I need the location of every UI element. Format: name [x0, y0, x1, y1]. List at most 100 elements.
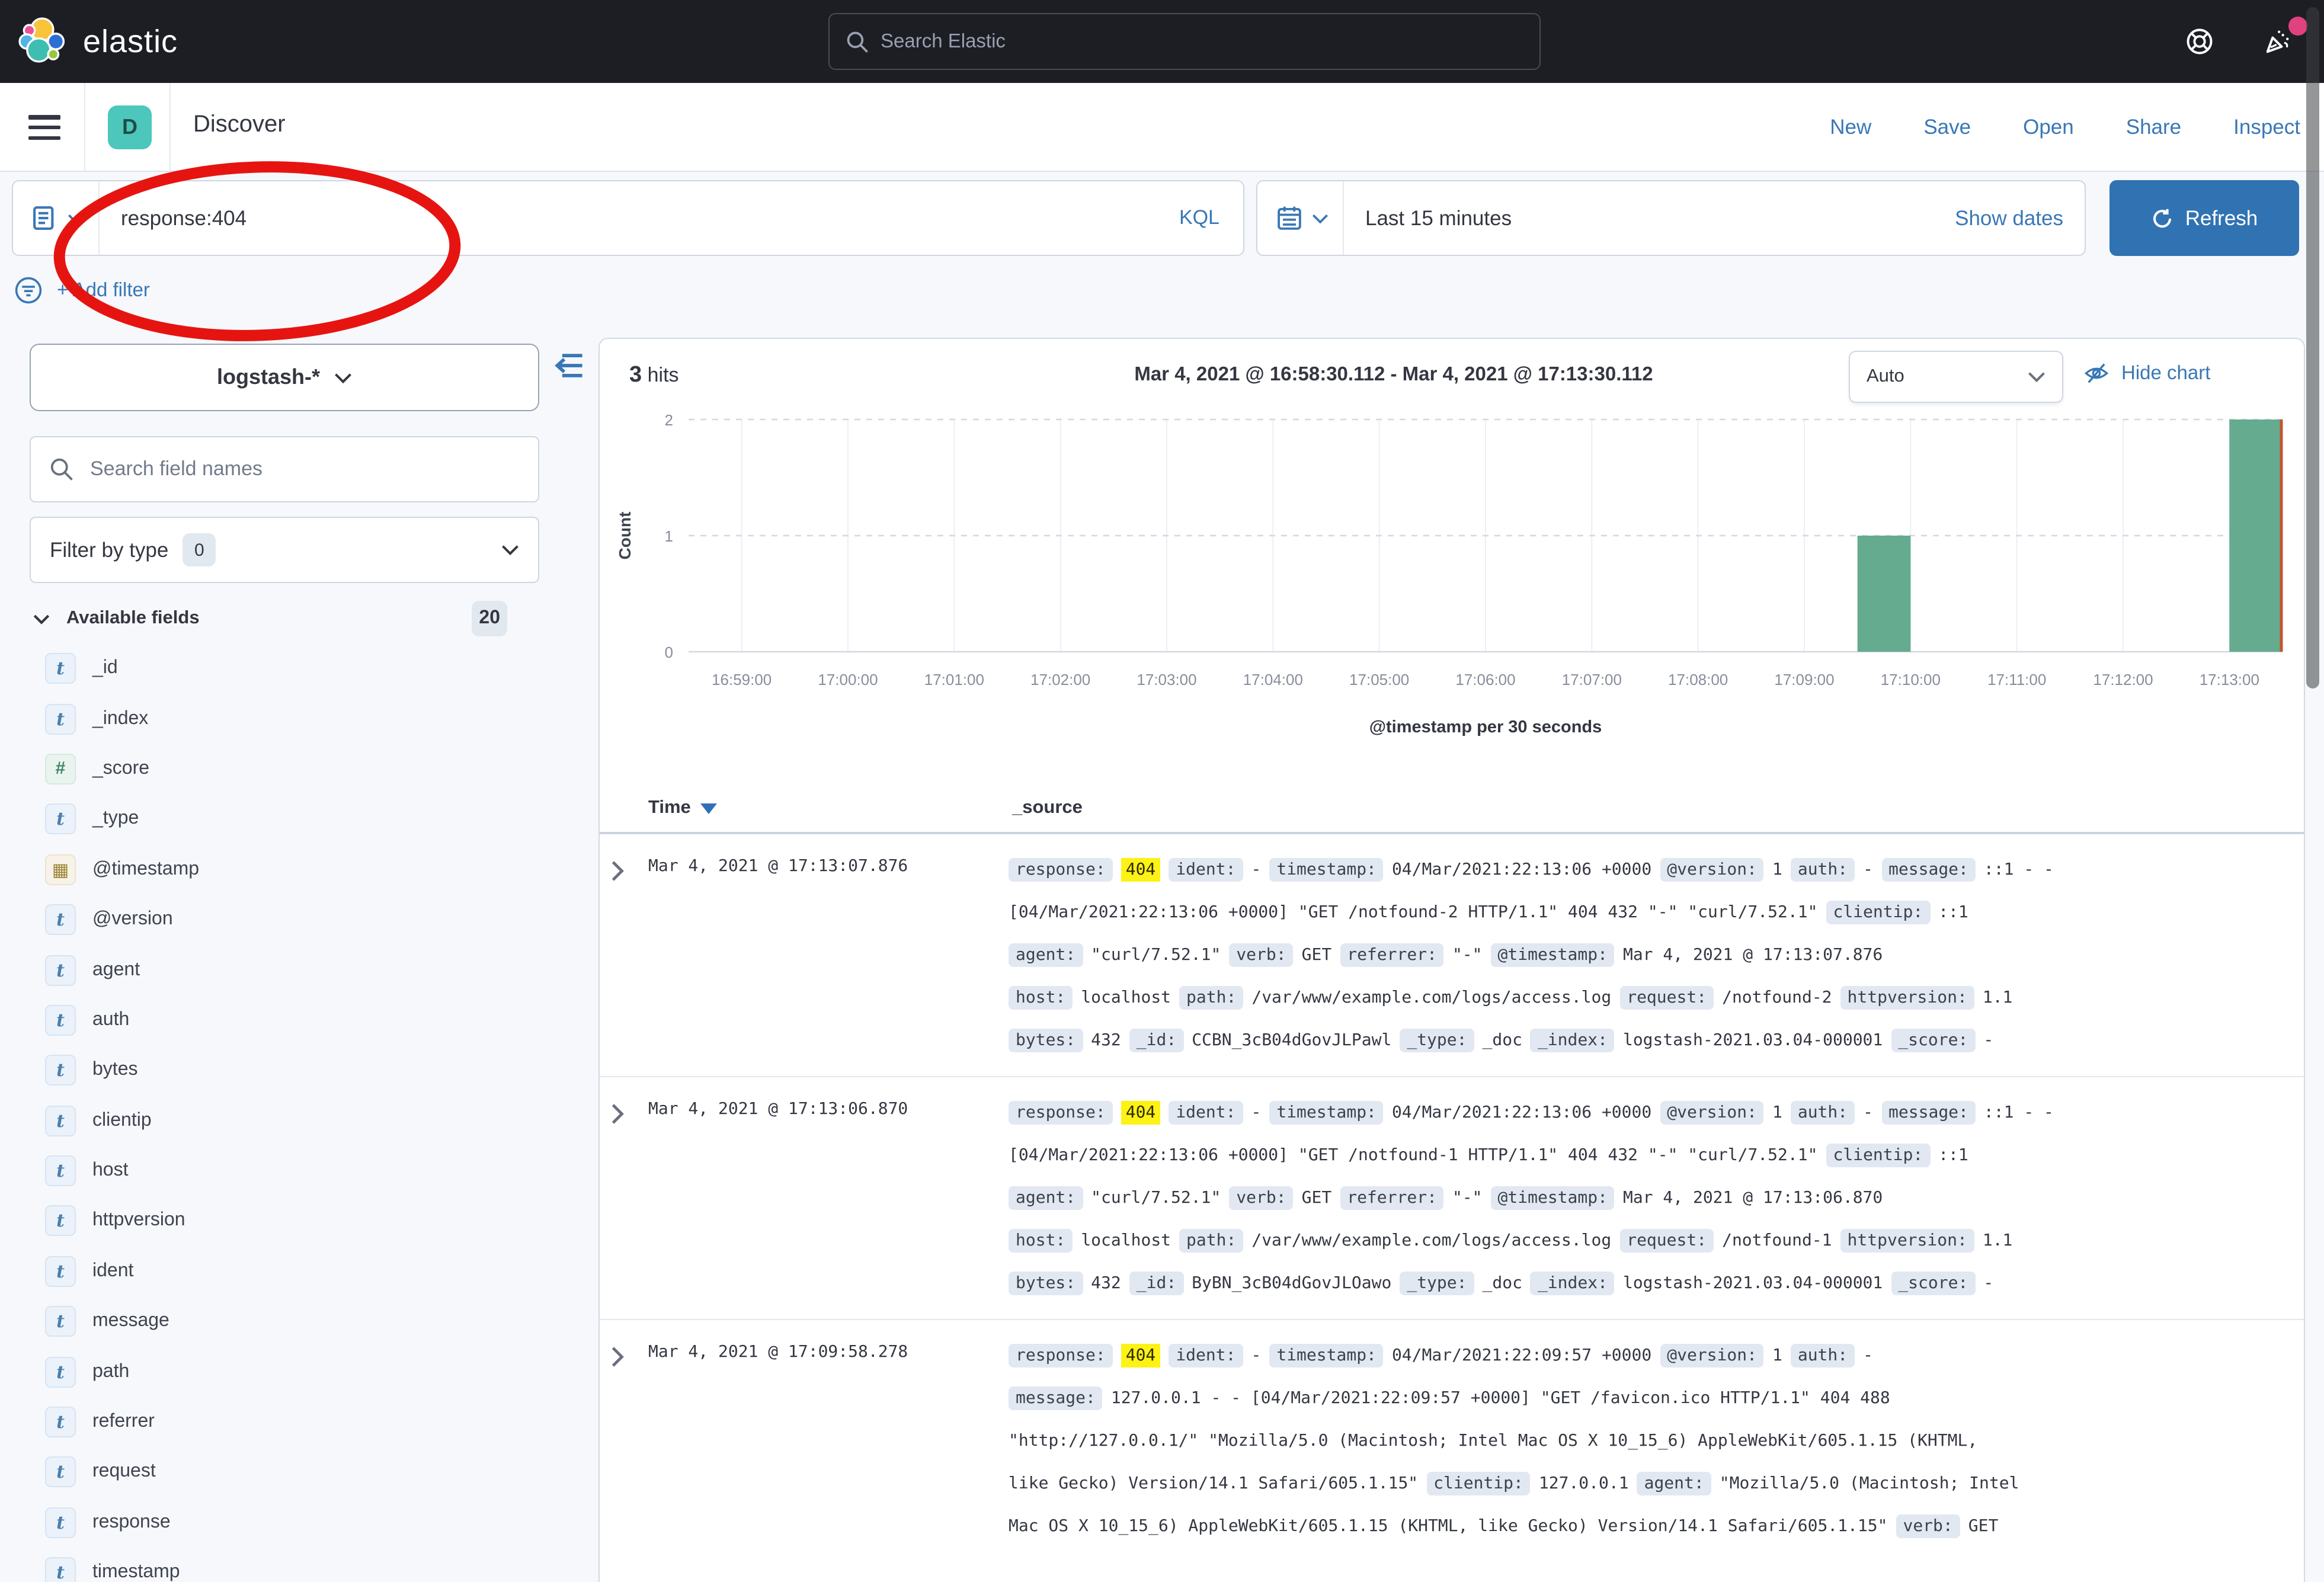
string-type-icon: t: [45, 1206, 76, 1237]
global-search-placeholder: Search Elastic: [881, 30, 1006, 53]
field-badge: httpversion:: [1840, 986, 1974, 1010]
show-dates-button[interactable]: Show dates: [1955, 206, 2063, 230]
field-clientip[interactable]: tclientip: [45, 1096, 555, 1146]
field-request[interactable]: trequest: [45, 1448, 555, 1498]
row-source: response:404ident:-timestamp:04/Mar/2021…: [1009, 848, 2304, 1062]
field-badge: @timestamp:: [1491, 943, 1615, 967]
field-value: [04/Mar/2021:22:13:06 +0000] "GET /notfo…: [1009, 1146, 1817, 1165]
field-badge: request:: [1619, 1229, 1714, 1253]
collapse-sidebar-icon[interactable]: [552, 350, 584, 382]
divider: [84, 83, 85, 171]
hits-bar: 3 hits Mar 4, 2021 @ 16:58:30.112 - Mar …: [600, 339, 2304, 410]
field-badge: verb:: [1896, 1514, 1960, 1538]
svg-text:17:05:00: 17:05:00: [1349, 671, 1409, 688]
chevron-down-icon: [68, 213, 84, 223]
svg-text:17:10:00: 17:10:00: [1881, 671, 1941, 688]
field-bytes[interactable]: tbytes: [45, 1045, 555, 1096]
field-agent[interactable]: tagent: [45, 945, 555, 995]
string-type-icon: t: [45, 703, 76, 734]
field-value: "curl/7.52.1": [1091, 1189, 1221, 1208]
help-icon[interactable]: [2184, 26, 2215, 57]
field-path[interactable]: tpath: [45, 1347, 555, 1397]
field-_type[interactable]: t_type: [45, 794, 555, 844]
field-badge: _id:: [1129, 1029, 1183, 1052]
field-timestamp[interactable]: ttimestamp: [45, 1548, 555, 1582]
chevron-down-icon: [501, 544, 519, 556]
histogram-bar[interactable]: [1858, 536, 1911, 652]
field-message[interactable]: tmessage: [45, 1296, 555, 1347]
field-badge: auth:: [1791, 1344, 1855, 1368]
action-open[interactable]: Open: [2023, 114, 2074, 139]
histogram-chart[interactable]: 16:59:0017:00:0017:01:0017:02:0017:03:00…: [600, 410, 2304, 777]
field-auth[interactable]: tauth: [45, 995, 555, 1045]
highlighted-value: 404: [1121, 858, 1161, 882]
index-pattern-selector[interactable]: logstash-*: [30, 344, 539, 411]
expand-row-icon[interactable]: [609, 1334, 648, 1548]
y-axis-label: Count: [616, 512, 634, 560]
field-value: Mac OS X 10_15_6) AppleWebKit/605.1.15 (…: [1009, 1517, 1887, 1536]
newsfeed-icon[interactable]: [2262, 26, 2293, 57]
expand-row-icon[interactable]: [609, 848, 648, 1062]
field-_id[interactable]: t_id: [45, 643, 555, 694]
menu-icon[interactable]: [28, 115, 60, 140]
field-badge: message:: [1881, 858, 1976, 882]
date-picker[interactable]: Last 15 minutes Show dates: [1256, 180, 2086, 256]
hide-chart-button[interactable]: Hide chart: [2083, 360, 2210, 386]
expand-row-icon[interactable]: [609, 1091, 648, 1305]
refresh-icon: [2151, 207, 2173, 229]
date-quick-menu[interactable]: [1257, 181, 1344, 255]
field-search-input[interactable]: Search field names: [30, 436, 539, 502]
field-badge: _score:: [1891, 1029, 1975, 1052]
field-name: message: [92, 1311, 169, 1333]
field-value: 1.1: [1983, 1231, 2013, 1250]
field-value: /notfound-2: [1722, 988, 1832, 1007]
field-@version[interactable]: t@version: [45, 895, 555, 945]
field-value: -: [1863, 1346, 1873, 1365]
interval-select[interactable]: Auto: [1849, 351, 2063, 403]
field-ident[interactable]: tident: [45, 1246, 555, 1296]
field-name: timestamp: [92, 1562, 180, 1582]
field-referrer[interactable]: treferrer: [45, 1397, 555, 1448]
histogram-bar[interactable]: [2229, 419, 2283, 652]
field-badge: referrer:: [1340, 1186, 1444, 1210]
column-source: _source: [1012, 798, 1083, 819]
string-type-icon: t: [45, 1005, 76, 1036]
field-response[interactable]: tresponse: [45, 1497, 555, 1548]
available-fields-toggle[interactable]: Available fields 20: [33, 601, 507, 636]
field-_score[interactable]: #_score: [45, 744, 555, 795]
row-timestamp: Mar 4, 2021 @ 17:09:58.278: [648, 1334, 1009, 1548]
add-filter[interactable]: + Add filter: [14, 276, 150, 305]
chevron-down-icon: [2028, 371, 2045, 383]
field-name: _index: [92, 708, 148, 729]
saved-query-menu[interactable]: [13, 181, 100, 255]
field-value: 04/Mar/2021:22:13:06 +0000: [1392, 860, 1651, 879]
field-badge: agent:: [1637, 1472, 1711, 1495]
string-type-icon: t: [45, 804, 76, 835]
space-avatar[interactable]: D: [108, 105, 152, 149]
field-_index[interactable]: t _index: [45, 694, 555, 744]
sort-desc-icon[interactable]: [700, 803, 717, 814]
filter-by-type-select[interactable]: Filter by type 0: [30, 517, 539, 583]
elastic-logo[interactable]: elastic: [17, 14, 178, 69]
string-type-icon: t: [45, 1105, 76, 1136]
action-inspect[interactable]: Inspect: [2233, 114, 2300, 139]
query-input[interactable]: response:404 KQL: [12, 180, 1244, 256]
calendar-icon: [1276, 205, 1302, 231]
divider: [169, 83, 171, 171]
page-scrollbar[interactable]: [2306, 7, 2319, 688]
chevron-down-icon: [1312, 213, 1329, 223]
field-@timestamp[interactable]: ▦@timestamp: [45, 844, 555, 895]
row-source: response:404ident:-timestamp:04/Mar/2021…: [1009, 1334, 2304, 1548]
refresh-button[interactable]: Refresh: [2109, 180, 2299, 256]
field-httpversion[interactable]: thttpversion: [45, 1196, 555, 1247]
query-language-button[interactable]: KQL: [1179, 206, 1219, 230]
action-share[interactable]: Share: [2126, 114, 2181, 139]
action-save[interactable]: Save: [1923, 114, 1971, 139]
field-value: -: [1983, 1274, 1993, 1293]
field-host[interactable]: thost: [45, 1146, 555, 1196]
column-time[interactable]: Time: [648, 798, 1012, 819]
available-fields-label: Available fields: [66, 608, 455, 629]
global-search-input[interactable]: Search Elastic: [828, 13, 1541, 70]
app-header: D Discover NewSaveOpenShareInspect: [0, 83, 2324, 172]
action-new[interactable]: New: [1830, 114, 1871, 139]
